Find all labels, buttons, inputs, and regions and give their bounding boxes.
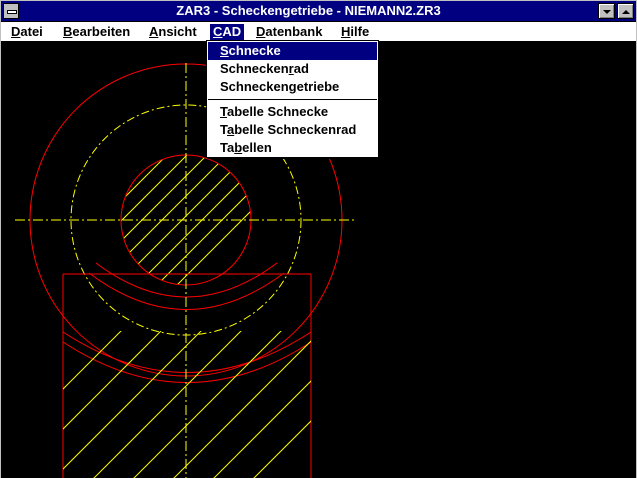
minimize-arrow-icon (603, 10, 611, 14)
menu-datenbank[interactable]: Datenbank (256, 24, 322, 40)
minimize-button[interactable] (598, 3, 615, 19)
maximize-arrow-icon (622, 10, 630, 14)
menu-ansicht[interactable]: Ansicht (149, 24, 197, 40)
window-title: ZAR3 - Scheckengetriebe - NIEMANN2.ZR3 (176, 3, 441, 18)
menu-item-tabellen[interactable]: Tabellen (208, 139, 377, 157)
menu-item-schneckenrad[interactable]: Schneckenrad (208, 60, 377, 78)
menu-hilfe[interactable]: Hilfe (341, 24, 369, 40)
menu-item-tabelle-schnecke[interactable]: Tabelle Schnecke (208, 103, 377, 121)
application-window: ZAR3 - Scheckengetriebe - NIEMANN2.ZR3 D… (0, 0, 637, 478)
shaft-hatching (63, 331, 311, 478)
menu-datei[interactable]: Datei (11, 24, 43, 40)
menu-bar: Datei Bearbeiten Ansicht CAD Datenbank H… (1, 22, 636, 42)
menu-item-tabelle-schneckenrad[interactable]: Tabelle Schneckenrad (208, 121, 377, 139)
menu-item-schneckengetriebe[interactable]: Schneckengetriebe (208, 78, 377, 96)
maximize-button[interactable] (617, 3, 634, 19)
menu-item-schnecke[interactable]: Schnecke (208, 42, 377, 60)
menu-cad[interactable]: CAD (210, 24, 245, 40)
cad-dropdown-menu: Schnecke Schneckenrad Schneckengetriebe … (206, 40, 379, 158)
menu-separator (208, 99, 377, 100)
title-bar[interactable]: ZAR3 - Scheckengetriebe - NIEMANN2.ZR3 (1, 1, 636, 22)
system-menu-icon[interactable] (3, 3, 19, 19)
menu-bearbeiten[interactable]: Bearbeiten (63, 24, 130, 40)
